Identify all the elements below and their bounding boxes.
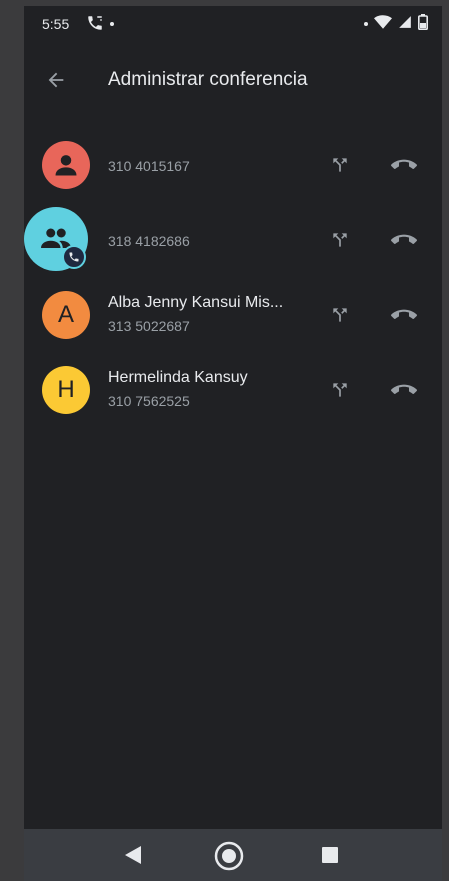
status-time: 5:55 (42, 16, 70, 32)
call-end-icon (391, 384, 417, 395)
avatar: H (42, 366, 90, 414)
participant-row: A Alba Jenny Kansui Mis... 313 5022687 (24, 278, 442, 353)
call-active-icon (86, 14, 104, 35)
split-call-button[interactable] (322, 225, 358, 255)
notification-dot-icon (110, 22, 114, 26)
end-call-button[interactable] (384, 300, 424, 330)
call-split-icon (333, 233, 347, 247)
end-call-button[interactable] (384, 375, 424, 405)
page-title: Administrar conferencia (108, 69, 308, 90)
notification-dot-icon (364, 21, 368, 26)
split-call-button[interactable] (322, 375, 358, 405)
call-end-icon (391, 234, 417, 245)
end-call-button[interactable] (384, 150, 424, 180)
avatar: A (42, 291, 90, 339)
triangle-back-icon (125, 846, 141, 864)
home-circle-icon (214, 841, 244, 871)
participant-number: 310 7562525 (108, 393, 190, 409)
nav-home-button[interactable] (214, 841, 244, 876)
signal-icon (398, 15, 412, 32)
back-button[interactable] (38, 62, 74, 98)
arrow-back-icon (48, 72, 64, 88)
nav-recents-button[interactable] (322, 847, 338, 863)
call-split-icon (333, 158, 347, 172)
status-bar: 5:55 (24, 6, 442, 42)
avatar-letter: A (57, 301, 74, 328)
end-call-button[interactable] (384, 225, 424, 255)
participant-number: 318 4182686 (108, 233, 190, 249)
participant-row: 310 4015167 (24, 128, 442, 203)
avatar (42, 141, 90, 189)
status-icons (364, 14, 428, 33)
participant-name: Hermelinda Kansuy (108, 369, 248, 386)
call-split-icon (333, 308, 347, 322)
avatar (24, 207, 88, 271)
split-call-button[interactable] (322, 150, 358, 180)
call-split-icon (333, 383, 347, 397)
participant-list: 310 4015167 318 4182686 A Alba Jenny Kan… (24, 128, 442, 428)
wifi-icon (374, 14, 392, 33)
call-end-icon (391, 309, 417, 320)
system-nav-bar (24, 829, 442, 881)
participant-number: 313 5022687 (108, 318, 190, 334)
call-badge-icon (62, 245, 86, 269)
phone-screen: 5:55 Administrar conferencia 310 4015167… (24, 6, 442, 881)
battery-icon (418, 14, 428, 33)
app-bar: Administrar conferencia (24, 50, 442, 106)
participant-name: Alba Jenny Kansui Mis... (108, 294, 284, 311)
person-icon (55, 155, 77, 176)
call-end-icon (391, 159, 417, 170)
participant-row: H Hermelinda Kansuy 310 7562525 (24, 353, 442, 428)
split-call-button[interactable] (322, 300, 358, 330)
participant-row: 318 4182686 (24, 203, 442, 278)
participant-number: 310 4015167 (108, 158, 190, 174)
nav-back-button[interactable] (124, 845, 142, 870)
avatar-letter: H (57, 376, 75, 403)
